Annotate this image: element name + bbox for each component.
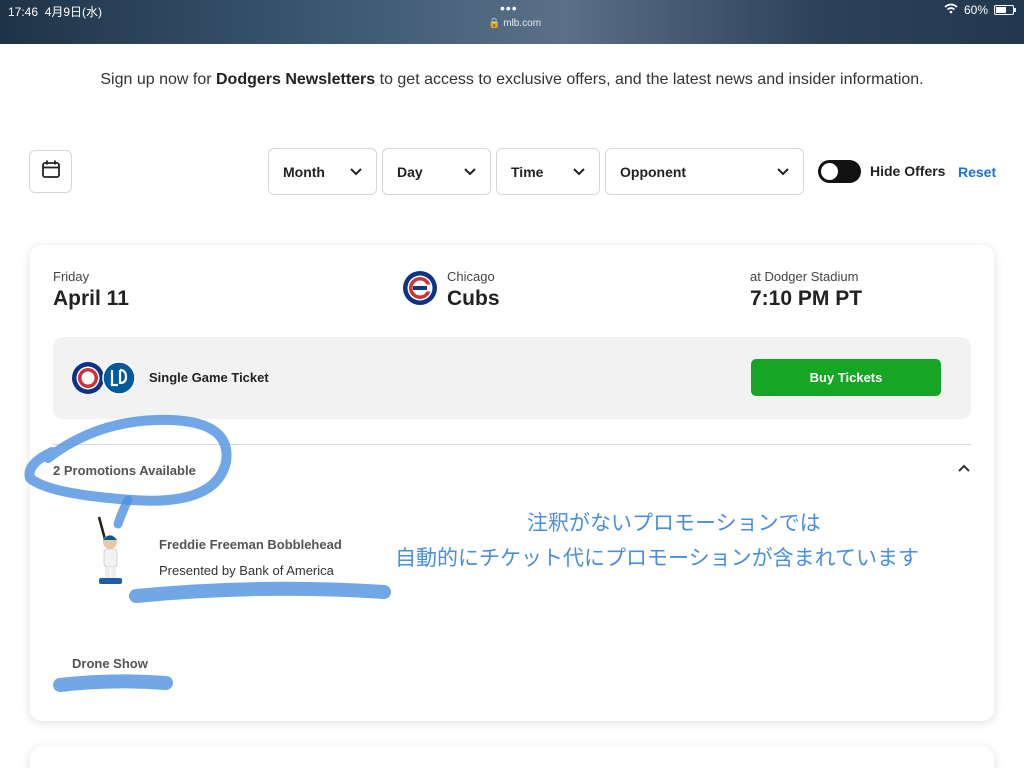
- hide-offers-label: Hide Offers: [870, 163, 946, 179]
- game-day-name: Friday: [53, 269, 90, 284]
- next-game-card: [30, 746, 994, 768]
- promotion-name: Freddie Freeman Bobblehead: [159, 537, 342, 552]
- chevron-down-icon: [350, 165, 362, 179]
- promotion-sponsor: Presented by Bank of America: [159, 563, 334, 578]
- status-time: 17:46 4月9日(水): [8, 5, 103, 19]
- address-bar[interactable]: 🔒 mlb.com: [488, 18, 541, 29]
- opponent-name: Cubs: [447, 287, 500, 310]
- opponent-filter[interactable]: Opponent: [605, 148, 804, 195]
- hide-offers-toggle[interactable]: [818, 160, 861, 183]
- promotion-name: Drone Show: [72, 656, 148, 671]
- cubs-logo-icon: [402, 270, 438, 306]
- calendar-icon: [41, 159, 61, 184]
- team-logos: [71, 361, 137, 395]
- dodgers-logo-icon: [102, 361, 136, 395]
- ticket-offer: Single Game Ticket Buy Tickets: [53, 337, 971, 419]
- battery-icon: [994, 5, 1016, 15]
- status-bar: 17:46 4月9日(水) ••• 🔒 mlb.com 60%: [0, 0, 1024, 44]
- game-date: April 11: [53, 287, 129, 310]
- wifi-icon: [944, 3, 958, 17]
- ticket-type-label: Single Game Ticket: [149, 370, 269, 385]
- buy-tickets-button[interactable]: Buy Tickets: [751, 359, 941, 396]
- month-filter[interactable]: Month: [268, 148, 377, 195]
- status-right: 60%: [944, 3, 1016, 17]
- divider: [53, 444, 971, 445]
- game-venue: at Dodger Stadium: [750, 269, 859, 284]
- newsletter-banner: Sign up now for Dodgers Newsletters to g…: [100, 71, 924, 88]
- chevron-down-icon: [573, 165, 585, 179]
- cubs-logo-icon: [72, 362, 104, 394]
- newsletter-link[interactable]: Dodgers Newsletters: [216, 71, 375, 88]
- battery-percent: 60%: [963, 3, 988, 17]
- annotation-text: 自動的にチケット代にプロモーションが含まれています: [395, 546, 919, 570]
- reset-link[interactable]: Reset: [958, 164, 996, 180]
- opponent-city: Chicago: [447, 269, 495, 284]
- day-filter[interactable]: Day: [382, 148, 491, 195]
- calendar-view-button[interactable]: [29, 150, 72, 193]
- bobblehead-image: [90, 513, 130, 593]
- promotions-header[interactable]: 2 Promotions Available: [53, 463, 196, 478]
- game-time: 7:10 PM PT: [750, 287, 863, 310]
- chevron-up-icon[interactable]: [956, 460, 972, 476]
- chevron-down-icon: [464, 165, 476, 179]
- game-card: Friday April 11 Chicago Cubs at Dodger S…: [30, 245, 994, 721]
- tab-dots-menu[interactable]: •••: [500, 0, 518, 16]
- chevron-down-icon: [777, 165, 789, 179]
- time-filter[interactable]: Time: [496, 148, 600, 195]
- annotation-text: 注釈がないプロモーションでは: [527, 511, 821, 535]
